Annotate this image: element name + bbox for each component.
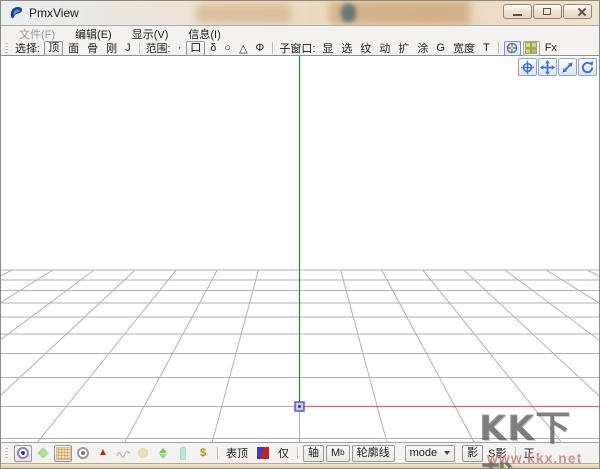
green-diamond-icon	[37, 447, 48, 458]
range-button-square[interactable]: 口	[186, 41, 205, 56]
rotate-button[interactable]	[578, 58, 597, 76]
red-triangle-button[interactable]: ▲	[94, 445, 112, 462]
subwindow-button-g[interactable]: G	[432, 42, 449, 54]
subwindow-button-paint[interactable]: 涂	[413, 40, 432, 56]
vertex-color-swatch[interactable]	[257, 447, 269, 459]
viewport-canvas[interactable]	[1, 56, 599, 442]
fx-toggle[interactable]: Fx	[541, 42, 561, 54]
range-button-phi[interactable]: Φ	[252, 42, 269, 54]
red-triangle-icon: ▲	[98, 448, 108, 458]
grid-svg	[1, 56, 599, 442]
window-title: PmxView	[29, 6, 79, 20]
subwindow-button-display[interactable]: 显	[318, 40, 337, 56]
viewport-nav-buttons	[517, 58, 597, 76]
chevron-down-icon	[444, 451, 450, 455]
select-button-bone[interactable]: 骨	[83, 40, 102, 56]
menu-item-info[interactable]: 信息(I)	[178, 26, 230, 42]
quad-view-icon	[525, 42, 537, 54]
dollar-icon: $	[200, 447, 206, 459]
range-label: 范围:	[146, 40, 171, 56]
cyan-bar-button[interactable]	[174, 445, 192, 462]
titlebar: PmxView	[1, 1, 599, 26]
background-blur-blob	[196, 4, 291, 23]
subwindow-button-width[interactable]: 宽度	[449, 40, 479, 56]
mb-button-sub-label: b	[340, 446, 344, 460]
background-blur-blob	[341, 4, 356, 22]
single-view-button[interactable]	[504, 41, 521, 56]
subwindow-button-texture[interactable]: 纹	[356, 40, 375, 56]
zoom-button[interactable]	[558, 58, 577, 76]
zoom-icon	[560, 60, 575, 75]
toolbar-separator	[498, 42, 499, 54]
minimize-icon	[513, 14, 522, 16]
menubar: 文件(F) 编辑(E) 显示(V) 信息(I)	[1, 26, 599, 41]
select-label: 选择:	[15, 40, 40, 56]
maximize-button[interactable]	[533, 4, 562, 19]
range-button-delta[interactable]: δ	[206, 42, 220, 54]
subwindow-button-select[interactable]: 选	[337, 40, 356, 56]
subwindow-button-t[interactable]: T	[479, 42, 494, 54]
app-window: PmxView 文件(F) 编辑(E) 显示(V) 信息(I) 选择: 顶 面 …	[0, 0, 600, 469]
mb-button-label: M	[331, 446, 340, 460]
cyan-bar-icon	[180, 447, 186, 460]
app-icon	[8, 5, 24, 21]
close-icon	[577, 7, 587, 17]
move-button[interactable]	[538, 58, 557, 76]
surface-vertex-label: 表顶	[222, 445, 252, 461]
dollar-button[interactable]: $	[194, 445, 212, 462]
caption-buttons	[503, 4, 592, 19]
select-button-face[interactable]: 面	[64, 40, 83, 56]
select-button-joint[interactable]: J	[121, 42, 135, 54]
updown-arrows-icon	[159, 448, 167, 459]
toolbar-separator	[272, 42, 273, 54]
toolbar-grip[interactable]	[5, 43, 8, 54]
single-view-icon	[506, 42, 518, 54]
circle-small-button[interactable]	[74, 445, 92, 462]
close-button[interactable]	[563, 4, 592, 19]
toolbar-grip[interactable]	[5, 448, 8, 459]
pan-circle-icon	[520, 60, 535, 75]
range-button-circle[interactable]: ○	[220, 42, 235, 54]
select-button-rigid[interactable]: 刚	[102, 40, 121, 56]
range-button-dot[interactable]: ·	[174, 42, 186, 54]
updown-arrows-button[interactable]	[154, 445, 172, 462]
subwindow-button-extend[interactable]: 扩	[394, 40, 413, 56]
only-toggle[interactable]: 仅	[274, 445, 293, 461]
green-diamond-button[interactable]	[34, 445, 52, 462]
mode-select[interactable]: mode	[405, 445, 456, 462]
select-button-vertex[interactable]: 顶	[44, 41, 63, 56]
toolbar-separator	[139, 42, 140, 54]
maximize-icon	[543, 8, 551, 15]
wave-button[interactable]	[114, 445, 132, 462]
circle-small-icon	[77, 447, 89, 459]
quad-view-button[interactable]	[523, 41, 540, 56]
subwindow-label: 子窗口:	[279, 40, 315, 56]
outline-button[interactable]: 轮廓线	[352, 445, 395, 462]
range-button-triangle[interactable]: △	[235, 42, 251, 55]
wave-icon	[116, 449, 131, 458]
point-select-icon	[17, 447, 29, 459]
pale-circle-icon	[138, 448, 148, 458]
toolbar-separator	[297, 447, 298, 459]
subwindow-button-motion[interactable]: 动	[375, 40, 394, 56]
watermark-small: www.kkx.net	[487, 450, 582, 466]
minimize-button[interactable]	[503, 4, 532, 19]
main-toolbar: 选择: 顶 面 骨 刚 J 范围: · 口 δ ○ △ Φ 子窗口: 显 选 纹…	[1, 41, 599, 56]
rotate-icon	[580, 60, 595, 75]
move-icon	[540, 60, 555, 75]
mode-select-label: mode	[410, 446, 438, 460]
pan-circle-button[interactable]	[518, 58, 537, 76]
point-select-button[interactable]	[14, 445, 32, 462]
skin-texture-icon	[56, 447, 71, 460]
pale-circle-button[interactable]	[134, 445, 152, 462]
toolbar-separator	[217, 447, 218, 459]
skin-texture-button[interactable]	[54, 445, 72, 462]
axis-button[interactable]: 轴	[303, 445, 324, 462]
mb-button[interactable]: Mb	[326, 445, 350, 462]
